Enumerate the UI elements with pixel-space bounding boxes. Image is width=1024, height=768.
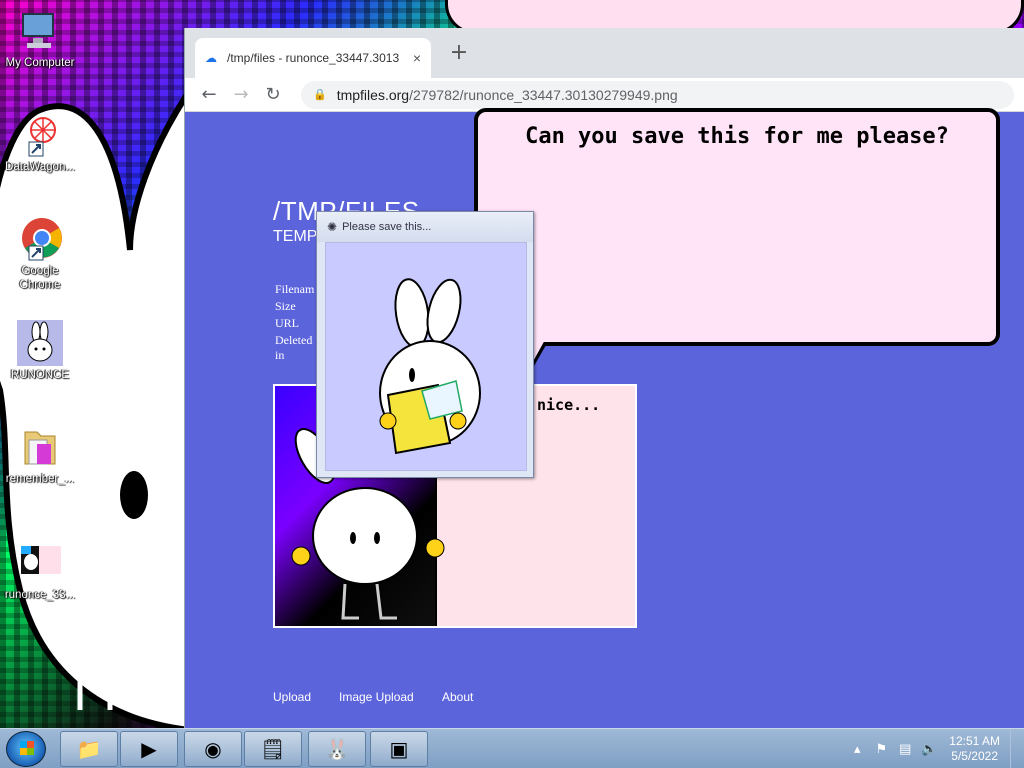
bunny-icon: 🐰	[324, 737, 350, 761]
clock-date: 5/5/2022	[951, 749, 998, 763]
taskbar-explorer[interactable]: 📁	[60, 731, 118, 767]
show-desktop-button[interactable]	[1010, 729, 1024, 768]
folder-icon: 📁	[76, 737, 102, 761]
size-label: Size	[275, 299, 296, 313]
clock[interactable]: 12:51 AM 5/5/2022	[949, 734, 1000, 764]
new-tab-button[interactable]: +	[447, 42, 471, 66]
in-label: in	[275, 348, 285, 362]
desktop-icon-remember[interactable]: remember_...	[0, 424, 80, 486]
taskbar-chrome[interactable]: ◉	[184, 731, 242, 767]
deleted-label: Deleted	[275, 333, 313, 347]
speech-bubble-text: Can you save this for me please?	[525, 124, 949, 149]
system-tray: ▴ ⚑ ▤ 🔈 12:51 AM 5/5/2022	[845, 729, 1024, 768]
show-hidden-icons-icon[interactable]: ▴	[848, 741, 866, 757]
close-tab-icon[interactable]: ×	[413, 50, 421, 66]
desktop-icon-label: RUNONCE	[10, 369, 70, 381]
filename-label: Filenam	[275, 282, 315, 296]
bunny-icon	[17, 320, 63, 366]
folder-icon	[17, 424, 63, 470]
image-upload-link[interactable]: Image Upload	[339, 690, 414, 704]
taskbar: 📁 ▶ ◉ 🗒 🐰 ▣ ▴ ⚑ ▤ 🔈 12:51 AM 5/5/2022	[0, 728, 1024, 768]
reload-button[interactable]: ↻	[259, 81, 287, 109]
browser-toolbar: ← → ↻ 🔒 tmpfiles.org/279782/runonce_3344…	[185, 78, 1024, 112]
dialog-title: Please save this...	[342, 221, 432, 233]
site-subtitle: TEMP	[273, 228, 318, 245]
cloud-upload-icon: ☁	[205, 51, 217, 65]
volume-icon[interactable]: 🔈	[920, 741, 938, 757]
desktop-icon-label: Google Chrome	[19, 265, 61, 291]
taskbar-media-player[interactable]: ▶	[120, 731, 178, 767]
desktop-icon-runonce[interactable]: RUNONCE	[0, 320, 80, 382]
computer-icon	[17, 8, 63, 54]
dialog-body	[325, 242, 527, 471]
desktop-icon-label: DataWagon...	[5, 161, 75, 173]
desktop-icon-datawagon[interactable]: DataWagon...	[0, 112, 80, 174]
desktop-icon-runonce-image[interactable]: runonce_33...	[0, 540, 80, 602]
desktop-bunny-wallpaper	[0, 90, 190, 728]
taskbar-runonce[interactable]: 🐰	[308, 731, 366, 767]
url-host: tmpfiles.org	[336, 86, 410, 103]
notepad-icon: 🗒	[260, 737, 286, 761]
taskbar-terminal[interactable]: ▣	[370, 731, 428, 767]
desktop-icon-label: My Computer	[5, 57, 75, 69]
clock-time: 12:51 AM	[949, 734, 1000, 748]
desktop-icon-label: remember_...	[5, 473, 75, 485]
datawagon-icon	[17, 112, 63, 158]
network-icon[interactable]: ▤	[896, 741, 914, 757]
windows-logo-icon	[20, 741, 34, 755]
tab-title: /tmp/files - runonce_33447.3013	[227, 51, 400, 65]
dialog-titlebar[interactable]: ✺ Please save this...	[317, 212, 533, 242]
action-center-icon[interactable]: ⚑	[872, 741, 890, 757]
desktop-icon-google-chrome[interactable]: Google Chrome	[0, 216, 80, 292]
tab-tmpfiles[interactable]: ☁ /tmp/files - runonce_33447.3013 ×	[195, 38, 431, 78]
speech-bubble: Can you save this for me please?	[474, 108, 1000, 346]
chrome-icon: ◉	[204, 737, 222, 761]
back-button[interactable]: ←	[195, 81, 223, 109]
about-link[interactable]: About	[442, 690, 473, 704]
chrome-icon	[17, 216, 63, 262]
tab-bar: ☁ /tmp/files - runonce_33447.3013 × +	[185, 28, 1024, 78]
address-bar[interactable]: 🔒 tmpfiles.org/279782/runonce_33447.3013…	[301, 80, 1014, 109]
desktop-icon-my-computer[interactable]: My Computer	[0, 8, 80, 70]
url-path: /279782/runonce_33447.30130279949.png	[409, 86, 678, 103]
bunny-holding-folder-image	[379, 278, 481, 455]
save-dialog-window[interactable]: ✺ Please save this...	[316, 211, 534, 478]
forward-button[interactable]: →	[227, 81, 255, 109]
taskbar-notepad[interactable]: 🗒	[244, 731, 302, 767]
lock-icon: 🔒	[313, 89, 327, 101]
start-button[interactable]	[6, 731, 46, 767]
media-player-icon: ▶	[141, 737, 157, 761]
url-label: URL	[275, 316, 299, 330]
upload-link[interactable]: Upload	[273, 690, 311, 704]
loading-icon: ✺	[327, 220, 338, 234]
image-file-icon	[17, 540, 63, 586]
terminal-icon: ▣	[389, 737, 409, 761]
desktop-icon-label: runonce_33...	[4, 589, 76, 601]
